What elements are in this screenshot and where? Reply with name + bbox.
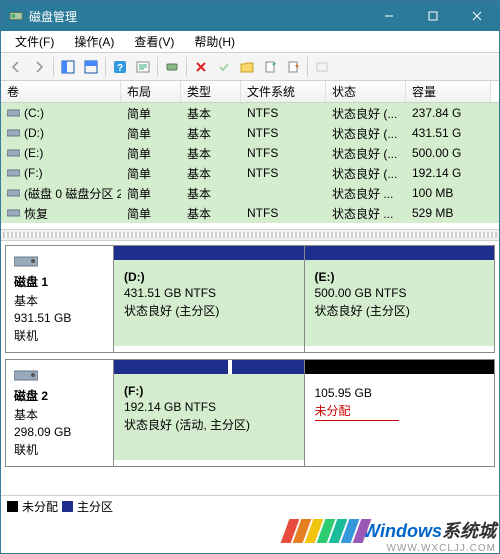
window: 磁盘管理 文件(F) 操作(A) 查看(V) 帮助(H) ? 卷 — [0, 0, 500, 554]
col-layout[interactable]: 布局 — [121, 81, 181, 102]
volume-row[interactable]: (磁盘 0 磁盘分区 2)简单基本状态良好 ...100 MB — [1, 183, 499, 203]
volume-row[interactable]: (E:)简单基本NTFS状态良好 (...500.00 G — [1, 143, 499, 163]
disk-info: 磁盘 1 基本 931.51 GB 联机 — [6, 246, 114, 352]
menubar: 文件(F) 操作(A) 查看(V) 帮助(H) — [1, 31, 499, 53]
help-button[interactable]: ? — [109, 56, 131, 78]
menu-file[interactable]: 文件(F) — [5, 31, 64, 52]
svg-text:?: ? — [117, 63, 123, 74]
volume-row[interactable]: 恢复简单基本NTFS状态良好 ...529 MB — [1, 203, 499, 223]
volume-icon — [7, 208, 20, 218]
col-fs[interactable]: 文件系统 — [241, 81, 326, 102]
col-status[interactable]: 状态 — [326, 81, 406, 102]
legend-swatch-unallocated — [7, 501, 18, 512]
volume-list-header[interactable]: 卷 布局 类型 文件系统 状态 容量 — [1, 81, 499, 103]
refresh-button[interactable] — [161, 56, 183, 78]
minimize-button[interactable] — [367, 1, 411, 31]
legend-label-primary: 主分区 — [77, 498, 113, 515]
back-button[interactable] — [5, 56, 27, 78]
properties-button[interactable] — [132, 56, 154, 78]
detach-button[interactable] — [282, 56, 304, 78]
menu-operate[interactable]: 操作(A) — [64, 31, 124, 52]
graphical-view[interactable]: 磁盘 1 基本 931.51 GB 联机 (D:)431.51 GB NTFS状… — [1, 241, 499, 495]
toolbar: ? — [1, 53, 499, 81]
splitter[interactable] — [1, 229, 499, 241]
close-button[interactable] — [455, 1, 499, 31]
col-type[interactable]: 类型 — [181, 81, 241, 102]
delete-button[interactable] — [190, 56, 212, 78]
window-title: 磁盘管理 — [29, 8, 367, 25]
volume-row[interactable]: (F:)简单基本NTFS状态良好 (...192.14 G — [1, 163, 499, 183]
menu-view[interactable]: 查看(V) — [124, 31, 184, 52]
volume-icon — [7, 188, 20, 198]
maximize-button[interactable] — [411, 1, 455, 31]
check-button[interactable] — [213, 56, 235, 78]
legend: 未分配 主分区 — [1, 495, 499, 517]
panel1-button[interactable] — [57, 56, 79, 78]
col-volume[interactable]: 卷 — [1, 81, 121, 102]
panel2-button[interactable] — [80, 56, 102, 78]
disk-row-1[interactable]: 磁盘 1 基本 931.51 GB 联机 (D:)431.51 GB NTFS状… — [5, 245, 495, 353]
disk-row-2[interactable]: 磁盘 2 基本 298.09 GB 联机 (F:)192.14 GB NTFS状… — [5, 359, 495, 467]
legend-label-unallocated: 未分配 — [22, 498, 58, 515]
volume-icon — [7, 168, 20, 178]
volume-list[interactable]: 卷 布局 类型 文件系统 状态 容量 (C:)简单基本NTFS状态良好 (...… — [1, 81, 499, 229]
partition-d[interactable]: (D:)431.51 GB NTFS状态良好 (主分区) — [114, 246, 304, 352]
app-icon — [9, 9, 23, 23]
partition-f[interactable]: (F:)192.14 GB NTFS状态良好 (活动, 主分区) — [114, 360, 304, 466]
titlebar[interactable]: 磁盘管理 — [1, 1, 499, 31]
col-capacity[interactable]: 容量 — [406, 81, 491, 102]
new-folder-button[interactable] — [236, 56, 258, 78]
menu-help[interactable]: 帮助(H) — [184, 31, 245, 52]
extra-button[interactable] — [311, 56, 333, 78]
partition-unallocated[interactable]: 105.95 GB未分配 — [304, 360, 495, 466]
disk-info: 磁盘 2 基本 298.09 GB 联机 — [6, 360, 114, 466]
volume-icon — [7, 148, 20, 158]
attach-button[interactable] — [259, 56, 281, 78]
disk-icon — [14, 254, 38, 268]
volume-icon — [7, 108, 20, 118]
partition-e[interactable]: (E:)500.00 GB NTFS状态良好 (主分区) — [304, 246, 495, 352]
disk-icon — [14, 368, 38, 382]
volume-row[interactable]: (D:)简单基本NTFS状态良好 (...431.51 G — [1, 123, 499, 143]
forward-button[interactable] — [28, 56, 50, 78]
legend-swatch-primary — [62, 501, 73, 512]
volume-icon — [7, 128, 20, 138]
volume-row[interactable]: (C:)简单基本NTFS状态良好 (...237.84 G — [1, 103, 499, 123]
